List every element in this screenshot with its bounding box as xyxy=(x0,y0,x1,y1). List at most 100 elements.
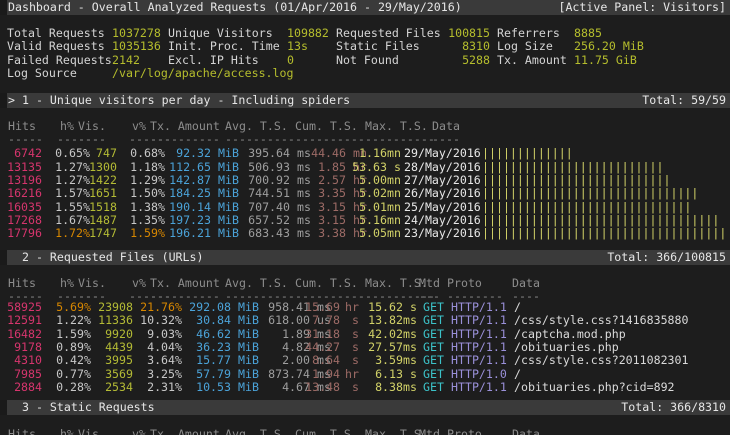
goaccess-dashboard: Dashboard - Overall Analyzed Requests (0… xyxy=(0,0,730,435)
cell-tx-amount: 190.14 xyxy=(169,201,211,214)
cell-tx-amount: 46.62 xyxy=(196,328,231,341)
cell-method: GET xyxy=(423,368,444,381)
cell-avg-ts-unit: ms xyxy=(297,161,311,174)
cell-method: GET xyxy=(423,381,444,394)
stat-value: 5288 xyxy=(462,54,490,67)
panel-visitors-header-bar[interactable]: > 1 - Unique visitors per day - Includin… xyxy=(0,93,730,108)
cell-hits-percent: 1.27% xyxy=(55,174,90,187)
cell-tx-amount: 197.23 xyxy=(169,214,211,227)
cell-tx-amount: 92.32 xyxy=(176,147,211,160)
separator-dashes: ----------------------------------------… xyxy=(0,133,730,147)
cell-avg-ts: 958.41 xyxy=(268,301,310,314)
cell-hits: 13196 xyxy=(7,174,42,187)
column-header: Mtd xyxy=(419,277,440,290)
panel-title: 2 - Requested Files (URLs) xyxy=(22,250,203,265)
cell-tx-unit: MiB xyxy=(218,161,239,174)
cell-tx-unit: MiB xyxy=(218,201,239,214)
column-header: Avg. T.S. xyxy=(225,277,288,290)
cell-avg-ts-unit: ms xyxy=(297,174,311,187)
cell-hits: 7985 xyxy=(14,368,42,381)
cell-visitors: 3569 xyxy=(105,368,133,381)
cell-avg-ts: 657.52 xyxy=(248,214,290,227)
cell-avg-ts: 744.51 xyxy=(248,187,290,200)
cell-max-ts: 8.38 xyxy=(375,381,403,394)
cell-tx-amount: 142.87 xyxy=(169,174,211,187)
cell-visitors: 747 xyxy=(96,147,117,160)
cell-cum-ts: 13.48 xyxy=(305,381,340,394)
column-header: Hits xyxy=(8,120,36,133)
column-header: Data xyxy=(512,428,540,435)
column-header: Vis. xyxy=(78,277,106,290)
stat-label: Tx. Amount xyxy=(497,54,567,67)
cell-date: 25/May/2016 xyxy=(404,201,481,214)
separator-dash-group: ---------- xyxy=(295,133,365,146)
panel-total-count: Total: 59/59 xyxy=(642,93,726,108)
cell-visitors: 4439 xyxy=(105,341,133,354)
cell-tx-unit: MiB xyxy=(238,314,259,327)
visitors-bar-chart: |||||||||||||||||||||||||||||||||| xyxy=(482,214,719,227)
top-bar-notch xyxy=(0,0,7,15)
cell-max-ts: 27.57 xyxy=(368,341,403,354)
cell-hits-percent: 5.69% xyxy=(56,301,91,314)
table-row[interactable]: 28840.28%25342.31%10.53MiB4.67ms13.48s8.… xyxy=(0,381,730,395)
panel-header-notch xyxy=(0,93,7,108)
cell-hits: 16035 xyxy=(7,201,42,214)
panel-static-requests-header-bar[interactable]: 3 - Static Requests Total: 366/8310 xyxy=(0,400,730,415)
table-row[interactable]: 177961.72%17471.59%196.21MiB683.43ms3.38… xyxy=(0,227,730,241)
column-header: h% xyxy=(60,120,74,133)
cell-max-ts-unit: mn xyxy=(387,227,401,240)
panel-requested-files-header-bar[interactable]: 2 - Requested Files (URLs) Total: 366/10… xyxy=(0,250,730,265)
cell-cum-ts: 31.18 xyxy=(305,328,340,341)
panel-total-count: Total: 366/8310 xyxy=(621,400,726,415)
cell-max-ts: 5.16 xyxy=(359,214,387,227)
cell-method: GET xyxy=(423,314,444,327)
cell-cum-ts: 44.27 xyxy=(305,341,340,354)
visitors-bar-chart: ||||||||||||| xyxy=(482,147,573,160)
cell-max-ts: 5.01 xyxy=(359,201,387,214)
cell-protocol: HTTP/1.1 xyxy=(451,328,507,341)
cell-cum-ts-unit: hr xyxy=(345,368,359,381)
cell-tx-amount: 57.79 xyxy=(196,368,231,381)
cell-visitors-percent: 4.04% xyxy=(147,341,182,354)
cell-visitors-percent: 1.59% xyxy=(130,227,165,240)
cell-avg-ts: 506.93 xyxy=(248,161,290,174)
cell-request-path: /captcha.mod.php xyxy=(514,328,626,341)
visitors-bar-chart: |||||||||||||||||||||||||| xyxy=(482,161,663,174)
cell-visitors-percent: 3.64% xyxy=(147,354,182,367)
cell-hits: 17796 xyxy=(7,227,42,240)
stat-value: 100815 xyxy=(448,27,490,40)
stat-label: Log Source xyxy=(7,67,77,80)
cell-request-path: /css/style.css?1416835880 xyxy=(514,314,689,327)
cell-max-ts-unit: s xyxy=(410,368,417,381)
stat-value: /var/log/apache/access.log xyxy=(112,67,293,80)
cell-cum-ts-unit: s xyxy=(352,354,359,367)
cell-hits: 17268 xyxy=(7,214,42,227)
visitors-bar-chart: ||||||||||||||||||||||||||||||||||| xyxy=(482,227,726,240)
cell-hits-percent: 1.22% xyxy=(56,314,91,327)
summary-row: Failed Requests2142Excl. IP Hits0Not Fou… xyxy=(0,54,730,68)
cell-tx-amount: 292.08 xyxy=(189,301,231,314)
separator-dash-group: ---------- xyxy=(150,133,220,146)
cell-tx-unit: MiB xyxy=(218,174,239,187)
cell-hits-percent: 1.59% xyxy=(56,328,91,341)
cell-visitors-percent: 1.29% xyxy=(130,174,165,187)
cell-cum-ts: 15.69 xyxy=(305,301,340,314)
cell-cum-ts: 1.94 xyxy=(312,368,340,381)
stat-value: 13s xyxy=(287,40,308,53)
cell-date: 24/May/2016 xyxy=(404,214,481,227)
cell-cum-ts: 2.57 xyxy=(318,174,346,187)
cell-visitors: 1747 xyxy=(89,227,117,240)
cell-visitors-percent: 9.03% xyxy=(147,328,182,341)
cell-tx-unit: MiB xyxy=(238,368,259,381)
cell-max-ts: 53.63 xyxy=(352,161,387,174)
cell-visitors: 23908 xyxy=(98,301,133,314)
cell-date: 26/May/2016 xyxy=(404,187,481,200)
cell-tx-unit: MiB xyxy=(238,354,259,367)
active-panel-cursor: > xyxy=(8,93,15,108)
cell-max-ts-unit: s xyxy=(410,301,417,314)
active-panel-indicator: [Active Panel: Visitors] xyxy=(558,0,726,15)
column-headers: Hitsh%Vis.v%Tx. AmountAvg. T.S.Cum. T.S.… xyxy=(0,428,730,435)
panel-title: 3 - Static Requests xyxy=(22,400,155,415)
cell-visitors: 1422 xyxy=(89,174,117,187)
cell-max-ts: 1.16 xyxy=(359,147,387,160)
